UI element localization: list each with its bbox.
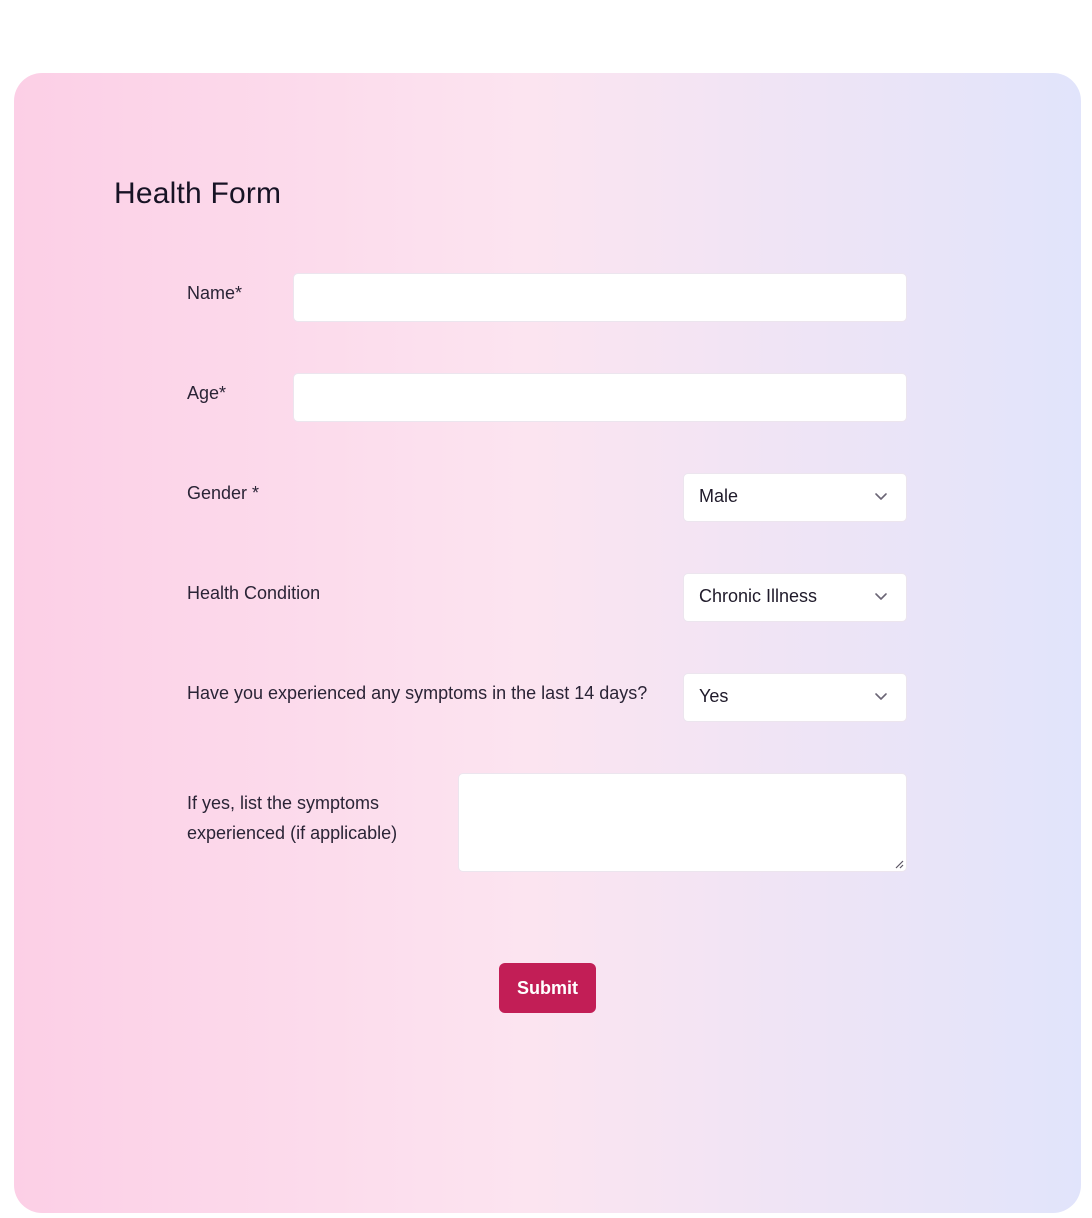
symptoms-question-select[interactable]: Yes: [683, 673, 907, 722]
name-input[interactable]: [293, 273, 907, 322]
submit-button[interactable]: Submit: [499, 963, 596, 1013]
health-condition-label: Health Condition: [187, 583, 321, 603]
symptoms-textarea[interactable]: [458, 773, 907, 872]
health-condition-selected-value: Chronic Illness: [699, 586, 818, 606]
chevron-down-icon: [875, 693, 887, 700]
symptoms-list-label: If yes, list the symptoms experienced (i…: [187, 788, 397, 848]
page-title: Health Form: [114, 177, 282, 210]
resize-handle-icon[interactable]: [894, 859, 904, 869]
gender-select[interactable]: Male: [683, 473, 907, 522]
age-label: Age*: [187, 383, 227, 403]
chevron-down-icon: [875, 493, 887, 500]
name-label: Name*: [187, 283, 243, 303]
gender-selected-value: Male: [699, 486, 739, 506]
gender-label: Gender *: [187, 483, 260, 503]
age-input[interactable]: [293, 373, 907, 422]
symptoms-list-label-line1: If yes, list the symptoms: [187, 793, 380, 813]
symptoms-question-label: Have you experienced any symptoms in the…: [187, 683, 648, 703]
health-condition-select[interactable]: Chronic Illness: [683, 573, 907, 622]
symptoms-list-label-line2: experienced (if applicable): [187, 823, 398, 843]
health-form-card: Health Form Name* Age* Gender * Male Hea…: [14, 73, 1081, 1213]
chevron-down-icon: [875, 593, 887, 600]
symptoms-question-selected-value: Yes: [699, 686, 729, 706]
